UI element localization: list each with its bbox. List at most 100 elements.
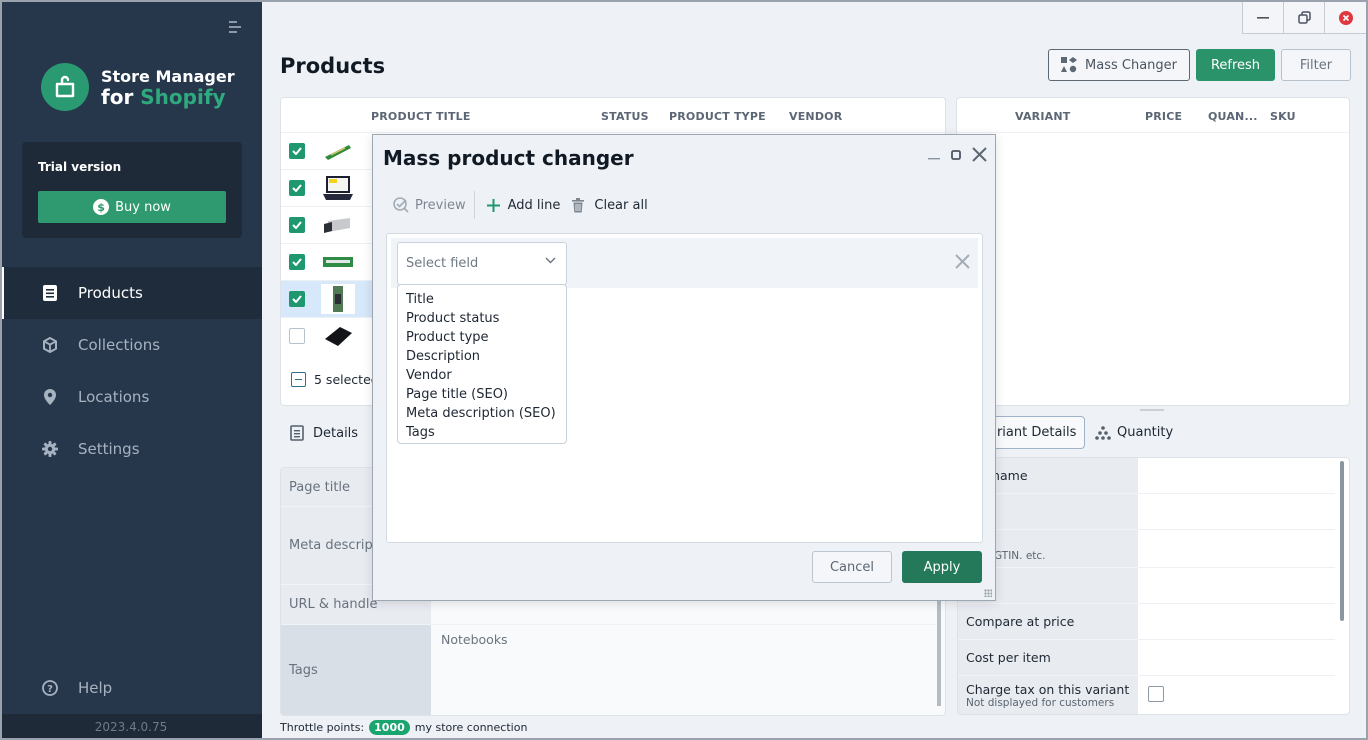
svg-text:?: ? (47, 684, 53, 695)
restore-icon[interactable] (1284, 2, 1325, 33)
product-thumbnail (321, 173, 355, 203)
selection-summary: 5 selected (291, 372, 379, 387)
sidebar-item-collections[interactable]: Collections (0, 319, 262, 371)
sidebar-item-label: Products (78, 284, 143, 302)
preview-check-icon (393, 197, 409, 213)
sidebar-item-label: Collections (78, 336, 161, 354)
refresh-button[interactable]: Refresh (1196, 49, 1275, 81)
sidebar-item-locations[interactable]: Locations (0, 371, 262, 423)
column-header-status[interactable]: STATUS (601, 110, 649, 123)
field-label: Compare at price (958, 604, 1138, 640)
field-label: Charge tax on this variant Not displayed … (958, 676, 1138, 714)
field-value[interactable] (1138, 458, 1335, 494)
maximize-icon[interactable] (951, 149, 961, 164)
variants-table: VARIANT PRICE QUAN... SKU (956, 97, 1350, 406)
preview-button[interactable]: Preview (393, 197, 466, 213)
dollar-icon: $ (93, 199, 110, 215)
tags-field[interactable]: Notebooks (431, 625, 935, 653)
selected-count: 5 selected (314, 372, 379, 387)
field-option[interactable]: Tags (406, 423, 566, 442)
chevron-down-icon (545, 257, 556, 264)
header-actions: Mass Changer Refresh Filter (1048, 49, 1351, 81)
field-option[interactable]: Title (406, 290, 566, 309)
field-value[interactable] (1138, 568, 1335, 604)
dialog-toolbar: Preview Add line Clear all (393, 190, 648, 220)
sidebar-item-help[interactable]: ? Help (0, 662, 262, 714)
column-header-quantity[interactable]: QUAN... (1208, 110, 1258, 123)
sidebar-item-label: Settings (78, 440, 140, 458)
document-icon (290, 425, 304, 441)
logo-brand: Shopify (140, 85, 226, 109)
cube-icon (42, 337, 58, 353)
scrollbar[interactable] (1340, 461, 1344, 621)
splitter-handle[interactable] (1140, 409, 1164, 411)
status-bar: Throttle points: 1000 my store connectio… (280, 720, 527, 735)
trial-label: Trial version (38, 160, 122, 174)
charge-tax-checkbox[interactable] (1148, 686, 1164, 702)
apply-button[interactable]: Apply (902, 551, 982, 583)
row-checkbox[interactable] (289, 217, 305, 233)
app-version: 2023.4.0.75 (0, 714, 262, 740)
column-header-price[interactable]: PRICE (1145, 110, 1182, 123)
field-option[interactable]: Product type (406, 328, 566, 347)
collapse-menu-icon[interactable] (229, 21, 243, 35)
buy-now-label: Buy now (115, 199, 171, 215)
shapes-icon (1061, 57, 1078, 73)
field-value[interactable] (1138, 494, 1335, 530)
close-icon[interactable] (972, 147, 987, 166)
row-checkbox[interactable] (289, 291, 305, 307)
buy-now-button[interactable]: $ Buy now (38, 191, 226, 223)
field-value[interactable] (1138, 530, 1335, 568)
mass-changer-label: Mass Changer (1085, 57, 1177, 73)
tab-label: Details (313, 425, 359, 441)
sidebar-item-products[interactable]: Products (0, 267, 262, 319)
change-line: Select field (391, 238, 978, 288)
sidebar-item-label: Help (78, 679, 113, 697)
gear-icon (42, 441, 58, 457)
column-header-product-type[interactable]: PRODUCT TYPE (669, 110, 766, 123)
help-circle-icon: ? (42, 680, 58, 696)
deselect-all-checkbox[interactable] (291, 372, 306, 387)
filter-button[interactable]: Filter (1281, 49, 1351, 81)
sidebar: Store Manager for Shopify Trial version … (0, 0, 262, 740)
sidebar-item-settings[interactable]: Settings (0, 423, 262, 475)
field-option[interactable]: Meta description (SEO) (406, 404, 566, 423)
remove-line-icon[interactable] (955, 254, 970, 273)
select-field-dropdown[interactable]: Select field (397, 242, 567, 285)
column-header-sku[interactable]: SKU (1270, 110, 1296, 123)
column-header-vendor[interactable]: VENDOR (789, 110, 842, 123)
sidebar-item-label: Locations (78, 388, 150, 406)
product-thumbnail (321, 210, 355, 240)
minimize-icon[interactable] (928, 149, 940, 164)
clear-all-button[interactable]: Clear all (572, 197, 648, 213)
mass-changer-button[interactable]: Mass Changer (1048, 49, 1190, 81)
field-option[interactable]: Description (406, 347, 566, 366)
resize-grip[interactable] (984, 589, 992, 597)
variant-details-grid: ons name deUPC. GTIN. etc. Compare at pr… (957, 457, 1350, 715)
product-thumbnail (321, 136, 355, 166)
column-header-title[interactable]: PRODUCT TITLE (371, 110, 471, 123)
column-header-variant[interactable]: VARIANT (1015, 110, 1070, 123)
row-checkbox[interactable] (289, 180, 305, 196)
close-window-icon[interactable] (1325, 2, 1366, 33)
row-checkbox[interactable] (289, 328, 305, 344)
document-icon (42, 285, 58, 301)
field-option[interactable]: Product status (406, 309, 566, 328)
compare-at-price-field[interactable] (1138, 604, 1335, 640)
map-pin-icon (42, 389, 58, 405)
window-controls (1242, 2, 1366, 34)
minimize-icon[interactable] (1243, 2, 1284, 33)
add-line-button[interactable]: Add line (486, 198, 560, 213)
dots-icon (1095, 425, 1111, 440)
tab-quantity[interactable]: Quantity (1095, 425, 1173, 440)
cost-per-item-field[interactable] (1138, 640, 1335, 676)
shopping-bag-icon (41, 63, 89, 111)
row-checkbox[interactable] (289, 143, 305, 159)
field-label: Cost per item (958, 640, 1138, 676)
cancel-button[interactable]: Cancel (812, 551, 892, 583)
field-value (1138, 676, 1335, 714)
field-option[interactable]: Page title (SEO) (406, 385, 566, 404)
field-option[interactable]: Vendor (406, 366, 566, 385)
row-checkbox[interactable] (289, 254, 305, 270)
tab-details[interactable]: Details (290, 425, 358, 441)
